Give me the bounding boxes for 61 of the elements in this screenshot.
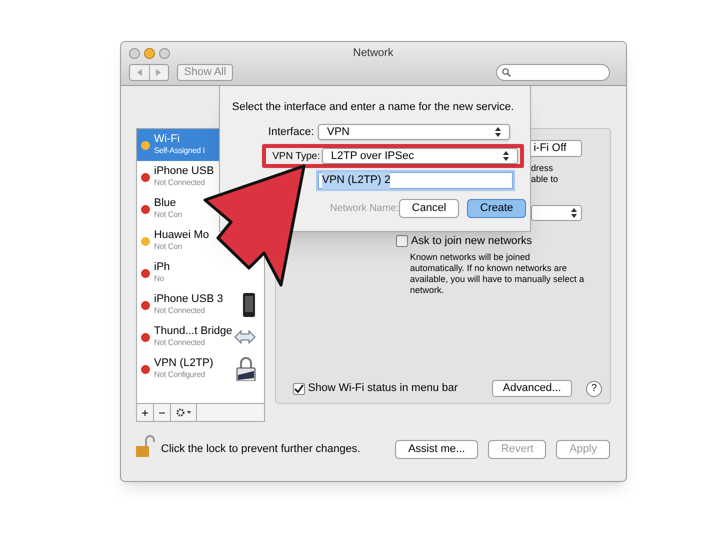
forward-icon — [156, 69, 162, 76]
service-status: Not Connected — [154, 337, 206, 349]
field-label: VPN Type: — [271, 150, 321, 164]
show-status-checkbox[interactable] — [293, 382, 305, 394]
back-forward-control[interactable] — [129, 64, 169, 81]
service-status: Self-Assigned I — [154, 145, 206, 157]
back-icon — [136, 69, 142, 76]
service-name: Blue — [154, 197, 178, 209]
interface-popup[interactable]: VPN — [318, 124, 510, 140]
status-text: dress — [531, 163, 554, 174]
service-name: iPhone USB — [154, 165, 215, 177]
selected-text: VPN (L2TP) 2 — [322, 172, 390, 189]
service-item[interactable]: iPhone USB 3 Not Connected — [137, 289, 264, 321]
phone-icon — [242, 293, 256, 317]
gear-icon — [176, 408, 192, 417]
padlock-icon — [236, 357, 256, 381]
service-status: No — [154, 273, 165, 285]
sheet-button[interactable]: Cancel — [398, 199, 460, 218]
search-icon — [502, 68, 511, 77]
service-name: iPhone USB 3 — [154, 293, 224, 305]
updown-icon — [571, 208, 577, 218]
service-status: Not Configured — [154, 369, 206, 381]
remove-button[interactable]: − — [154, 404, 171, 421]
service-item[interactable]: VPN (L2TP) Not Configured — [137, 353, 264, 385]
checkbox-label: Ask to join new networks — [411, 234, 532, 249]
status-text: able to — [531, 174, 560, 185]
window-title: Network — [353, 46, 394, 61]
sheet-prompt: Select the interface and enter a name for the new service. — [232, 100, 515, 115]
zoom-button[interactable] — [159, 48, 170, 58]
help-text: Known networks will be joined automatically. If no known networks are available, you will have to manually select a network. — [410, 252, 586, 296]
vpn-type-popup[interactable]: L2TP over IPSec — [322, 148, 518, 164]
service-item[interactable]: iPh No — [137, 257, 264, 289]
service-name: Wi-Fi — [154, 133, 181, 145]
footer-button[interactable]: Assist me... — [395, 440, 478, 459]
service-name: VPN (L2TP) — [154, 357, 214, 369]
service-name-field[interactable]: VPN (L2TP) 2 — [318, 172, 513, 189]
minimize-button[interactable] — [144, 48, 155, 58]
service-status: Not Con — [154, 209, 183, 221]
updown-icon — [495, 126, 501, 137]
ask-to-join-checkbox[interactable] — [396, 235, 408, 248]
unlocked-padlock-icon — [135, 434, 155, 458]
advanced-button[interactable]: Advanced... — [492, 380, 572, 397]
updown-icon — [503, 151, 509, 161]
search-field[interactable] — [496, 64, 610, 81]
service-name: Huawei Mo — [154, 229, 210, 241]
close-button[interactable] — [129, 48, 140, 58]
sheet-button[interactable]: Create — [467, 199, 526, 218]
service-item[interactable]: Thund...t Bridge Not Connected — [137, 321, 264, 353]
field-label: Interface: — [267, 124, 315, 140]
service-status: Not Connected — [154, 177, 206, 189]
lock-message: Click the lock to prevent further changes. — [161, 442, 360, 458]
double-arrow-icon — [234, 330, 256, 344]
service-name: Thund...t Bridge — [154, 325, 234, 337]
network-name-popup[interactable] — [531, 205, 582, 221]
service-status: Not Con — [154, 241, 183, 253]
service-status: Not Connected — [154, 305, 206, 317]
field-label: Network Name: — [330, 202, 399, 216]
add-button[interactable]: + — [137, 404, 154, 421]
service-name: iPh — [154, 261, 171, 273]
checkbox-label: Show Wi-Fi status in menu bar — [308, 381, 458, 396]
help-button[interactable]: ? — [586, 380, 602, 396]
